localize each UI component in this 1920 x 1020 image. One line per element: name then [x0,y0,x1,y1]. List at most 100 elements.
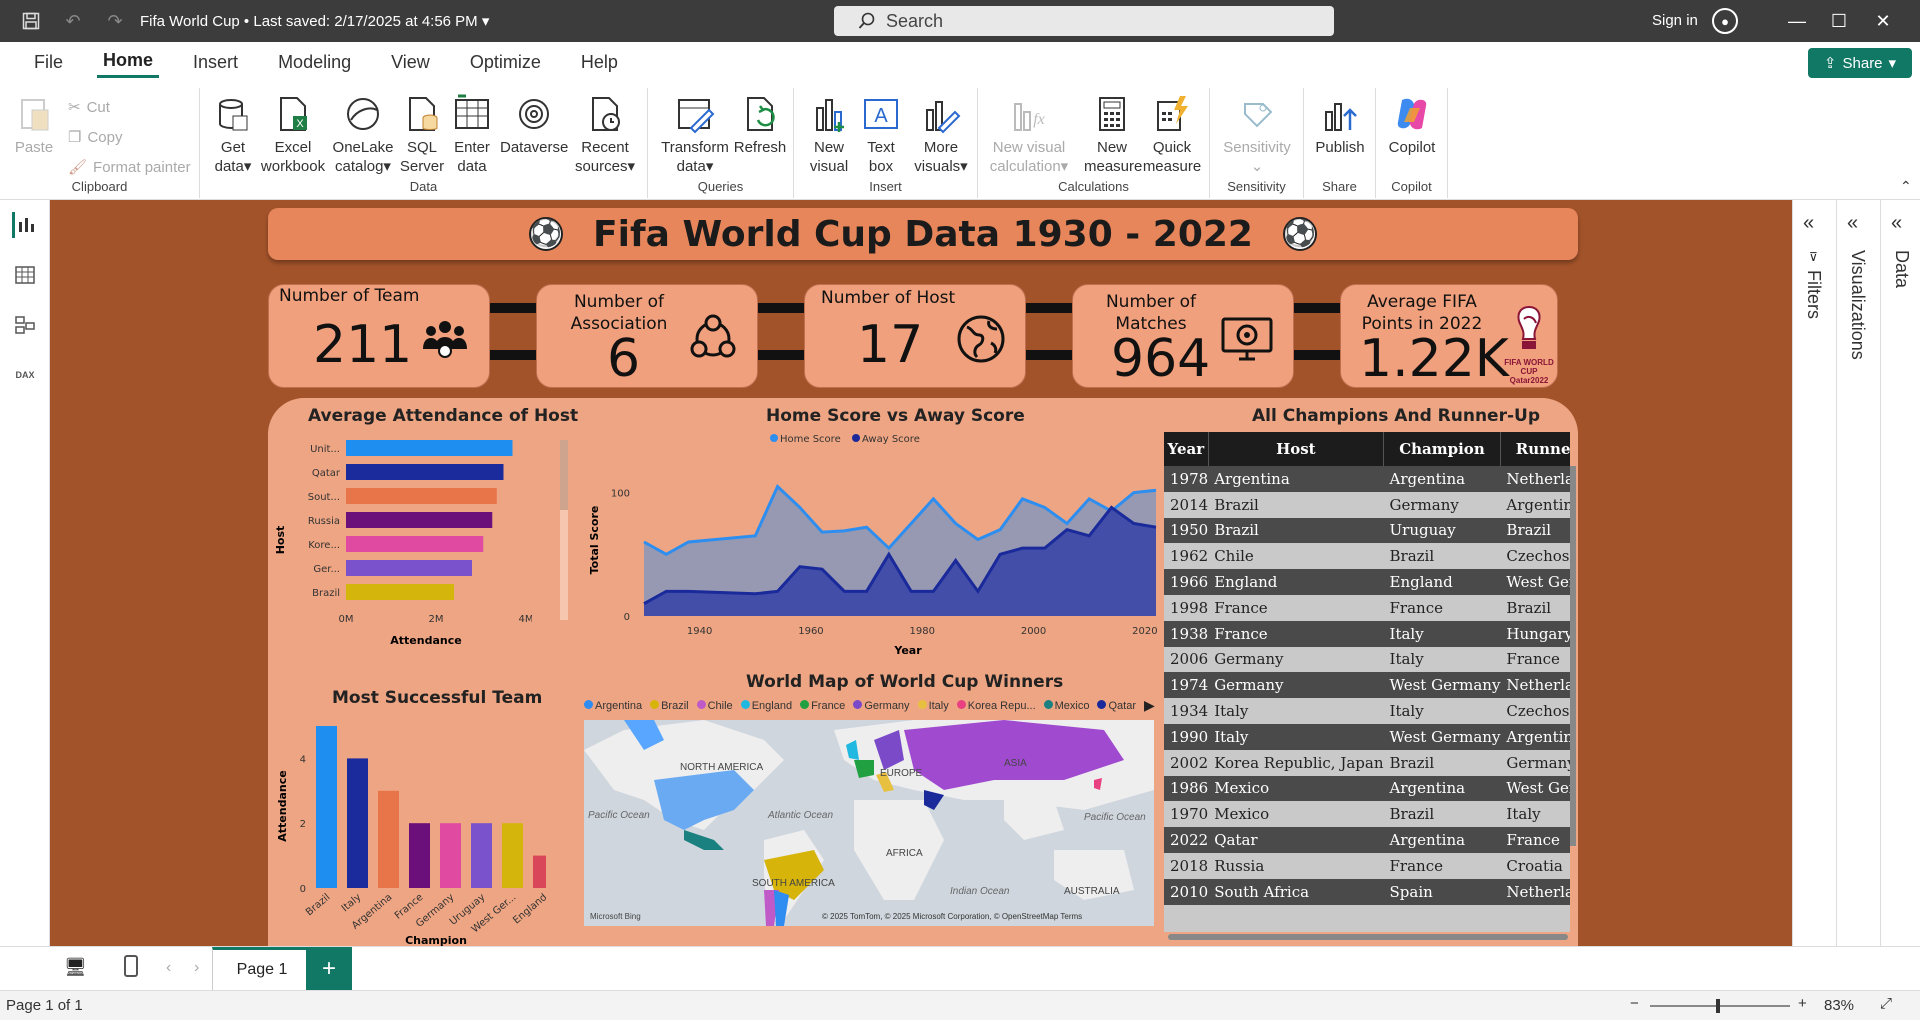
page-tab[interactable]: Page 1 [212,947,312,991]
most-successful-bar-chart[interactable]: Attendance024Brazil ItalyArgentinaFranceG… [276,710,546,946]
redo-icon[interactable]: ↷ [104,10,126,32]
visualizations-pane[interactable]: « Visualizations [1836,200,1876,990]
sql-server-button[interactable]: SQL Server [398,94,446,176]
minimize-button[interactable]: — [1782,8,1812,34]
dataverse-button[interactable]: Dataverse [500,94,568,157]
search-box[interactable]: Search [834,6,1334,36]
data-pane[interactable]: « Data [1880,200,1920,990]
copilot-button[interactable]: Copilot [1382,94,1442,157]
menu-help[interactable]: Help [575,48,624,77]
get-data-button[interactable]: Get data▾ [208,94,258,176]
collapse-ribbon-icon[interactable]: ⌃ [1900,178,1912,195]
table-row[interactable]: 1962ChileBrazilCzechoslovakia [1164,543,1570,570]
kpi-card-fifa-points[interactable]: Average FIFA Points in 2022 1.22K FIFA W… [1340,284,1558,389]
bar[interactable] [346,560,472,576]
fit-to-page-icon[interactable]: ⤢ [1880,995,1892,1012]
onelake-catalog-button[interactable]: OneLake catalog▾ [330,94,396,176]
excel-workbook-button[interactable]: X Excel workbook [258,94,328,176]
format-painter-button[interactable]: 🖌 Format painter [68,158,191,177]
zoom-level[interactable]: 83% [1824,997,1854,1014]
close-button[interactable]: ✕ [1868,8,1898,34]
table-row[interactable]: 1974GermanyWest GermanyNetherlands [1164,672,1570,699]
table-row[interactable]: 2002 Korea Republic, Japan Brazil Germany [1164,749,1570,776]
bar[interactable] [471,823,492,888]
table-row[interactable]: 1950 Brazil Uruguay Brazil [1164,517,1570,544]
bar[interactable] [346,464,504,480]
bar[interactable] [346,440,513,456]
share-button[interactable]: ⇪ Share ▾ [1808,48,1912,78]
table-hscrollbar[interactable] [1168,934,1568,940]
sign-in-link[interactable]: Sign in [1652,12,1698,29]
bar[interactable] [409,823,430,888]
bar[interactable] [346,512,493,528]
table-scrollbar[interactable] [1570,466,1576,846]
bar[interactable] [346,488,497,504]
paste-button[interactable]: Paste [12,94,56,157]
bar[interactable] [502,823,523,888]
undo-icon[interactable]: ↶ [62,10,84,32]
cut-button[interactable]: ✂ Cut [68,98,110,117]
new-visual-button[interactable]: New visual [804,94,854,176]
table-row[interactable]: 1934ItalyItalyCzechoslovakia [1164,698,1570,724]
column-header[interactable]: Champion [1383,432,1501,466]
new-measure-button[interactable]: New measure [1084,94,1142,176]
kpi-card-associations[interactable]: Number of Association 6 [536,284,758,389]
table-row[interactable]: 1938 France Italy Hungary [1164,620,1570,647]
table-row[interactable]: 1998 France France Brazil [1164,594,1570,621]
zoom-slider[interactable] [1650,999,1790,1013]
menu-insert[interactable]: Insert [187,48,244,77]
bar[interactable] [378,790,399,888]
table-row[interactable]: 2022 Qatar Argentina France [1164,827,1570,853]
bar[interactable] [346,584,454,600]
column-header[interactable]: Runner-Up [1500,432,1570,466]
copy-button[interactable]: ❐ Copy [68,128,122,147]
prev-page-icon[interactable]: ‹ [166,959,171,977]
kpi-card-matches[interactable]: Number of Matches 964 [1072,284,1294,389]
model-view-icon[interactable] [12,312,38,338]
table-row[interactable]: 1990ItalyWest GermanyArgentina [1164,723,1570,750]
zoom-in-button[interactable]: + [1798,995,1807,1012]
table-row[interactable]: 2014BrazilGermanyArgentina [1164,491,1570,518]
expand-chevron-icon[interactable]: « [1803,212,1814,235]
table-row[interactable]: 1978ArgentinaArgentinaNetherlands [1164,466,1570,492]
desktop-layout-icon[interactable]: 🖥 [64,957,87,978]
maximize-button[interactable]: ☐ [1824,8,1854,34]
enter-data-button[interactable]: Enter data [448,94,496,176]
recent-sources-button[interactable]: Recent sources▾ [570,94,640,176]
refresh-button[interactable]: Refresh [732,94,788,157]
table-row[interactable]: 2006 Germany Italy France [1164,646,1570,673]
column-header[interactable]: Year [1164,432,1209,466]
text-box-button[interactable]: A Text box [856,94,906,176]
table-row[interactable]: 1986MexicoArgentinaWest Germany [1164,775,1570,802]
kpi-card-hosts[interactable]: Number of Host 17 [804,284,1026,388]
kpi-card-teams[interactable]: Number of Team 211 [268,284,490,388]
transform-data-button[interactable]: Transform data▾ [660,94,730,176]
bar[interactable] [440,823,461,888]
column-header[interactable]: Host [1208,432,1385,466]
new-visual-calculation-button[interactable]: fx New visual calculation▾ [988,94,1070,176]
bar[interactable] [347,758,368,888]
save-icon[interactable] [20,10,42,32]
menu-view[interactable]: View [385,48,436,77]
add-page-button[interactable]: + [306,947,352,991]
bar[interactable] [316,726,337,888]
menu-file[interactable]: File [28,48,69,77]
mobile-layout-icon[interactable] [124,955,138,977]
filters-pane[interactable]: « ⊽ Filters [1792,200,1832,990]
dax-query-view-icon[interactable]: DAX [12,362,38,388]
zoom-out-button[interactable]: − [1630,995,1639,1012]
attendance-scrollbar[interactable] [560,440,568,620]
table-row[interactable]: 2010South AfricaSpainNetherlands [1164,878,1570,905]
account-icon[interactable]: ● [1712,8,1738,34]
table-row[interactable]: 1970 Mexico Brazil Italy [1164,801,1570,828]
menu-home[interactable]: Home [97,46,160,78]
document-title[interactable]: Fifa World Cup • Last saved: 2/17/2025 a… [140,12,489,30]
legend-next-icon[interactable]: ▶ [1144,697,1155,714]
next-page-icon[interactable]: › [194,959,199,977]
expand-chevron-icon[interactable]: « [1847,212,1858,235]
publish-button[interactable]: Publish [1310,94,1370,157]
more-visuals-button[interactable]: More visuals▾ [908,94,974,176]
table-row[interactable]: 2018 Russia France Croatia [1164,852,1570,879]
attendance-bar-chart[interactable]: Host Unit... Qatar Sout... Russia Kore... Ger.… [276,430,532,646]
menu-optimize[interactable]: Optimize [464,48,547,77]
